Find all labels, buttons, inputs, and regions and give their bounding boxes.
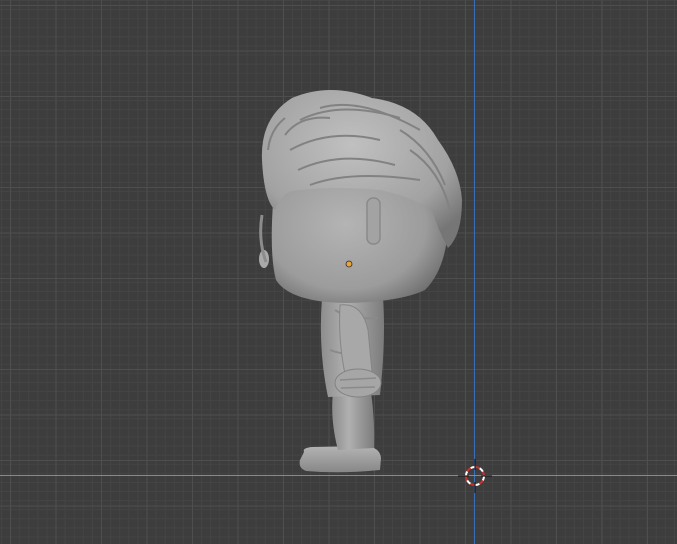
object-origin-dot [345,260,353,268]
figure-fist [334,368,382,398]
3d-cursor-icon[interactable] [458,459,492,493]
figure-leg [332,392,375,450]
figure-shoe [299,446,381,473]
3d-viewport[interactable] [0,0,677,544]
vinyl-figure-model[interactable] [259,90,462,473]
figure-ear [366,197,381,245]
scene-canvas [259,90,492,493]
